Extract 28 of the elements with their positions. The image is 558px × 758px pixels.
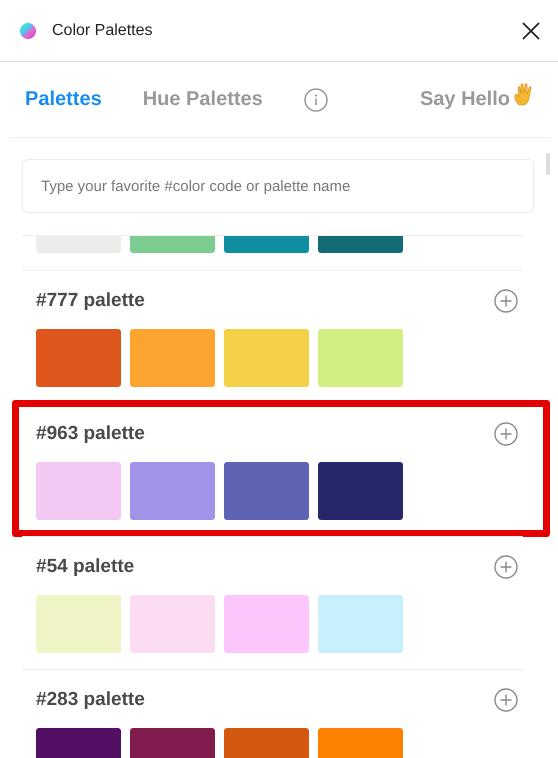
color-swatch[interactable] <box>318 595 403 653</box>
palette-name: #963 palette <box>36 423 145 445</box>
tab[interactable]: Palettes <box>25 88 102 111</box>
palette-name: #54 palette <box>36 556 134 578</box>
color-swatch[interactable] <box>224 462 309 520</box>
logo-icon <box>20 22 36 38</box>
color-swatch[interactable] <box>318 462 403 520</box>
palette-name: #777 palette <box>36 290 145 312</box>
add-icon[interactable] <box>494 289 518 313</box>
info-icon[interactable] <box>304 88 328 112</box>
color-swatch[interactable] <box>130 595 215 653</box>
color-swatch[interactable] <box>130 462 215 520</box>
tab[interactable]: Hue Palettes <box>142 88 263 111</box>
search-field[interactable]: Type your favorite #color code or palette name <box>22 159 534 213</box>
say-hello-link[interactable]: Say Hello <box>420 88 510 111</box>
color-swatch[interactable] <box>130 329 215 387</box>
add-icon[interactable] <box>494 688 518 712</box>
color-swatch[interactable] <box>36 329 121 387</box>
color-swatch[interactable] <box>318 329 403 387</box>
window-title: Color Palettes <box>52 22 154 40</box>
color-swatch[interactable] <box>224 329 309 387</box>
color-swatch[interactable] <box>224 595 309 653</box>
color-swatch[interactable] <box>36 595 121 653</box>
add-icon[interactable] <box>494 555 518 579</box>
palette-name: #283 palette <box>36 689 145 711</box>
color-swatch[interactable] <box>36 462 121 520</box>
close-icon[interactable] <box>522 22 540 40</box>
add-icon[interactable] <box>494 422 518 446</box>
